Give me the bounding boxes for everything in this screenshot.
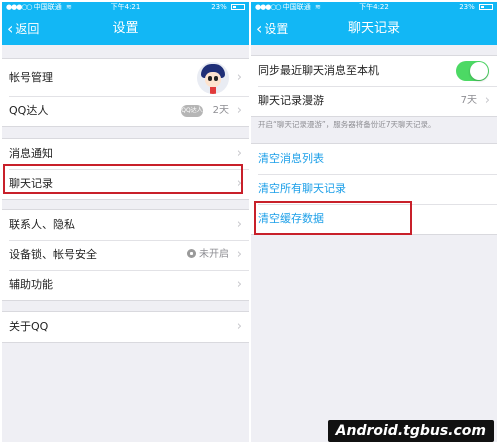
device-lock-status: 未开启 xyxy=(187,240,229,270)
battery-icon xyxy=(479,4,493,10)
chat-roaming-hint: 开启“聊天记录漫游”，服务器将备份近7天聊天记录。 xyxy=(258,120,436,129)
clear-cache-label: 清空缓存数据 xyxy=(258,212,324,225)
page-title: 聊天记录 xyxy=(347,21,400,36)
settings-item-label: 关于QQ xyxy=(9,320,49,333)
chat-roaming-row[interactable]: 聊天记录漫游 7天 › xyxy=(251,86,497,116)
settings-item-account[interactable]: 帐号管理 › xyxy=(2,59,249,96)
clear-message-list-label: 清空消息列表 xyxy=(258,152,324,165)
settings-group-about: 关于QQ › xyxy=(2,311,249,343)
avatar xyxy=(197,62,229,94)
lock-icon xyxy=(187,249,196,258)
battery-info: 23% xyxy=(211,2,245,13)
settings-item-device-lock[interactable]: 设备锁、帐号安全 未开启 › xyxy=(2,240,249,270)
settings-item-qq-expert[interactable]: QQ达人 QQ达人 2天 › xyxy=(2,96,249,126)
settings-item-about[interactable]: 关于QQ › xyxy=(2,312,249,342)
settings-screen: ●●●○○ 中国联通 ≋ 下午4:21 23% ‹ 返回 设置 帐号管理 › QQ… xyxy=(2,2,249,442)
chevron-right-icon: › xyxy=(484,93,490,108)
settings-item-label: 辅助功能 xyxy=(9,278,53,291)
settings-item-label: 聊天记录 xyxy=(9,177,53,190)
settings-item-label: QQ达人 xyxy=(9,104,49,117)
clear-all-chat-history-label: 清空所有聊天记录 xyxy=(258,182,346,195)
chevron-right-icon: › xyxy=(236,103,242,118)
settings-group-messages: 消息通知 › 聊天记录 › xyxy=(2,138,249,200)
clear-actions-group: 清空消息列表 清空所有聊天记录 清空缓存数据 xyxy=(251,143,497,235)
qq-expert-days: 2天 xyxy=(212,105,229,116)
settings-item-notifications[interactable]: 消息通知 › xyxy=(2,139,249,169)
sync-toggle[interactable] xyxy=(456,61,489,81)
chevron-right-icon: › xyxy=(236,70,242,85)
sync-recent-messages-row: 同步最近聊天消息至本机 xyxy=(251,56,497,86)
settings-item-accessibility[interactable]: 辅助功能 › xyxy=(2,270,249,300)
battery-percent: 23% xyxy=(459,3,475,11)
chevron-right-icon: › xyxy=(236,247,242,262)
settings-item-chat-history[interactable]: 聊天记录 › xyxy=(2,169,249,199)
chat-roaming-value: 7天 xyxy=(460,95,477,106)
settings-item-label: 设备锁、帐号安全 xyxy=(9,248,97,261)
chevron-right-icon: › xyxy=(236,217,242,232)
clear-message-list-button[interactable]: 清空消息列表 xyxy=(251,144,497,174)
nav-bar: ‹ 返回 设置 xyxy=(2,13,249,45)
battery-icon xyxy=(231,4,245,10)
settings-item-label: 帐号管理 xyxy=(9,71,53,84)
settings-group-privacy: 联系人、隐私 › 设备锁、帐号安全 未开启 › 辅助功能 › xyxy=(2,209,249,301)
status-bar: ●●●○○ 中国联通 ≋ 下午4:22 23% xyxy=(251,2,497,13)
sync-recent-messages-label: 同步最近聊天消息至本机 xyxy=(258,64,379,77)
settings-item-label: 消息通知 xyxy=(9,147,53,160)
status-bar: ●●●○○ 中国联通 ≋ 下午4:21 23% xyxy=(2,2,249,13)
settings-item-label: 联系人、隐私 xyxy=(9,218,75,231)
chat-history-screen: ●●●○○ 中国联通 ≋ 下午4:22 23% ‹ 设置 聊天记录 同步最近聊天消… xyxy=(251,2,497,442)
chevron-right-icon: › xyxy=(236,146,242,161)
page-title: 设置 xyxy=(112,21,139,36)
battery-percent: 23% xyxy=(211,3,227,11)
device-lock-status-label: 未开启 xyxy=(199,249,229,260)
chat-roaming-label: 聊天记录漫游 xyxy=(258,94,324,107)
chevron-right-icon: › xyxy=(236,319,242,334)
nav-bar: ‹ 设置 聊天记录 xyxy=(251,13,497,45)
settings-item-contacts-privacy[interactable]: 联系人、隐私 › xyxy=(2,210,249,240)
chat-settings-group: 同步最近聊天消息至本机 聊天记录漫游 7天 › xyxy=(251,55,497,117)
qq-expert-badge-icon: QQ达人 xyxy=(181,105,203,117)
watermark-logo: Android.tgbus.com xyxy=(327,420,494,442)
settings-group-account: 帐号管理 › QQ达人 QQ达人 2天 › xyxy=(2,58,249,127)
chevron-right-icon: › xyxy=(236,277,242,292)
battery-info: 23% xyxy=(459,2,493,13)
chevron-right-icon: › xyxy=(236,176,242,191)
clear-cache-button[interactable]: 清空缓存数据 xyxy=(251,204,497,234)
clear-all-chat-history-button[interactable]: 清空所有聊天记录 xyxy=(251,174,497,204)
